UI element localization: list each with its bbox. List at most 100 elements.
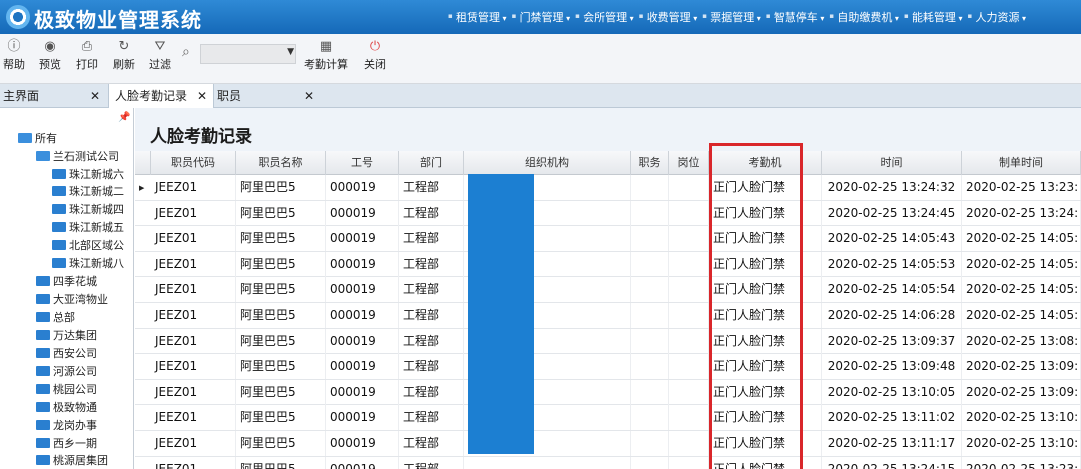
table-row[interactable]: JEEZ01 阿里巴巴5 000019 工程部 正门人脸门禁 2020-02-25 13:… bbox=[135, 431, 1081, 457]
tree-node[interactable]: 兰石测试公司 bbox=[36, 148, 119, 165]
table-row[interactable]: JEEZ01 阿里巴巴5 000019 工程部 正门人脸门禁 2020-02-25 14:… bbox=[135, 226, 1081, 252]
table-cell: 2020-02-25 13:24:32 bbox=[822, 175, 962, 200]
table-cell: 阿里巴巴5 bbox=[236, 405, 326, 431]
col-header[interactable]: 时间 bbox=[822, 151, 962, 175]
tab-staff[interactable]: 职员 ✕ bbox=[214, 84, 320, 108]
tree-node[interactable]: 总部 bbox=[36, 309, 75, 326]
close-button[interactable]: ⏻ 关闭 bbox=[364, 38, 386, 72]
col-header[interactable]: 制单时间 bbox=[962, 151, 1081, 175]
table-cell: 000019 bbox=[326, 379, 399, 405]
close-icon[interactable]: ✕ bbox=[90, 84, 100, 108]
tree-node[interactable]: 北部区域公 bbox=[52, 237, 124, 254]
col-header[interactable]: 组织机构 bbox=[464, 151, 631, 175]
table-cell: 工程部 bbox=[399, 379, 464, 405]
table-cell: 2020-02-25 13:24:45 bbox=[822, 200, 962, 226]
help-button[interactable]: ⓘ 帮助 bbox=[3, 38, 25, 72]
current-row-icon: ▶ bbox=[139, 184, 145, 192]
menu-receipts[interactable]: 票据管理 bbox=[702, 9, 766, 25]
filter-button[interactable]: ⛛ 过滤 bbox=[149, 38, 171, 72]
table-row[interactable]: JEEZ01 阿里巴巴5 000019 工程部 正门人脸门禁 2020-02-25 13:… bbox=[135, 379, 1081, 406]
tree-node[interactable]: 桃园公司 bbox=[36, 381, 97, 398]
folder-icon bbox=[36, 276, 50, 286]
table-row[interactable]: JEEZ01 阿里巴巴5 000019 工程部 正门人脸门禁 2020-02-25 14:… bbox=[135, 277, 1081, 303]
menu-clubhouse[interactable]: 会所管理 bbox=[575, 9, 639, 25]
table-cell: 工程部 bbox=[399, 328, 464, 354]
tab-home[interactable]: 主界面 ✕ bbox=[0, 84, 106, 108]
col-header[interactable]: 考勤机 bbox=[709, 151, 822, 175]
table-cell: 000019 bbox=[326, 405, 399, 431]
print-button[interactable]: ⎙ 打印 bbox=[76, 38, 98, 72]
table-row[interactable]: JEEZ01 阿里巴巴5 000019 工程部 正门人脸门禁 2020-02-25 13:… bbox=[135, 354, 1081, 380]
table-cell: 阿里巴巴5 bbox=[236, 277, 326, 303]
tree-node[interactable]: 万达集团 bbox=[36, 327, 97, 344]
table-row[interactable]: JEEZ01 阿里巴巴5 000019 工程部 正门人脸门禁 2020-02-25 13:… bbox=[135, 200, 1081, 227]
pin-icon[interactable]: 📌 bbox=[118, 112, 130, 123]
menu-energy[interactable]: 能耗管理 bbox=[904, 9, 968, 25]
folder-icon bbox=[52, 186, 66, 196]
tree-node[interactable]: 西安公司 bbox=[36, 345, 97, 362]
table-cell: JEEZ01 bbox=[151, 175, 236, 200]
close-icon[interactable]: ✕ bbox=[197, 84, 207, 108]
tree-node[interactable]: 珠江新城八 bbox=[52, 255, 124, 272]
col-header[interactable]: 工号 bbox=[326, 151, 399, 175]
tree-node[interactable]: 龙岗办事 bbox=[36, 417, 97, 434]
tree-node[interactable]: 所有 bbox=[18, 130, 57, 147]
col-header[interactable]: 职员代码 bbox=[151, 151, 236, 175]
tree-node[interactable]: 珠江新城二 bbox=[52, 183, 124, 200]
menu-hr[interactable]: 人力资源 bbox=[968, 9, 1032, 25]
table-cell: 正门人脸门禁 bbox=[709, 354, 822, 380]
tree-node[interactable]: 极致物通 bbox=[36, 399, 97, 416]
table-cell: 2020-02-25 13:09:37 bbox=[822, 328, 962, 354]
tree-node[interactable]: 大亚湾物业 bbox=[36, 291, 108, 308]
table-cell bbox=[669, 431, 709, 456]
menu-charges[interactable]: 收费管理 bbox=[639, 9, 703, 25]
col-header[interactable]: 职务 bbox=[631, 151, 669, 175]
table-cell: 2020-02-25 14:05:53 bbox=[822, 251, 962, 277]
close-icon[interactable]: ✕ bbox=[304, 84, 314, 108]
menu-access-control[interactable]: 门禁管理 bbox=[512, 9, 576, 25]
table-row[interactable]: ▶ JEEZ01 阿里巴巴5 000019 工程部 正门人脸门禁 2020-02-25 13… bbox=[135, 175, 1081, 201]
chevron-down-icon[interactable]: ▼ bbox=[287, 47, 294, 57]
menu-lease[interactable]: 租赁管理 bbox=[448, 9, 512, 25]
table-row[interactable]: JEEZ01 阿里巴巴5 000019 工程部 正门人脸门禁 2020-02-25 14:… bbox=[135, 251, 1081, 278]
table-cell: JEEZ01 bbox=[151, 354, 236, 380]
table-cell: 2020-02-25 14:05:54 bbox=[822, 277, 962, 303]
menu-self-pay[interactable]: 自助缴费机 bbox=[829, 9, 904, 25]
attendance-calc-button[interactable]: ▦ 考勤计算 bbox=[304, 38, 348, 72]
table-cell bbox=[669, 303, 709, 328]
search-combo[interactable]: ⌕ ▼ bbox=[182, 44, 298, 64]
tree-node[interactable]: 珠江新城四 bbox=[52, 201, 124, 218]
tree-node[interactable]: 河源公司 bbox=[36, 363, 97, 380]
table-cell bbox=[669, 328, 709, 354]
table-cell: 阿里巴巴5 bbox=[236, 354, 326, 380]
col-header[interactable]: 部门 bbox=[399, 151, 464, 175]
preview-button[interactable]: ◉ 预览 bbox=[39, 38, 61, 72]
table-row[interactable]: JEEZ01 阿里巴巴5 000019 工程部 正门人脸门禁 2020-02-25 14:… bbox=[135, 303, 1081, 329]
table-cell: 工程部 bbox=[399, 200, 464, 226]
folder-icon bbox=[36, 420, 50, 430]
page-title: 人脸考勤记录 bbox=[150, 127, 252, 147]
menu-parking[interactable]: 智慧停车 bbox=[766, 9, 830, 25]
table-row[interactable]: JEEZ01 阿里巴巴5 000019 工程部 正门人脸门禁 2020-02-25 13:… bbox=[135, 456, 1081, 469]
table-cell: 000019 bbox=[326, 251, 399, 277]
tree-node[interactable]: 西乡一期 bbox=[36, 435, 97, 452]
attendance-grid: 职员代码 职员名称 工号 部门 组织机构 职务 岗位 考勤机 时间 制单时间 ▶… bbox=[135, 151, 1081, 469]
refresh-icon: ↻ bbox=[118, 39, 130, 54]
search-input[interactable] bbox=[200, 44, 296, 64]
table-cell bbox=[669, 175, 709, 200]
tree-node[interactable]: 四季花城 bbox=[36, 273, 97, 290]
table-row[interactable]: JEEZ01 阿里巴巴5 000019 工程部 正门人脸门禁 2020-02-25 13:… bbox=[135, 405, 1081, 431]
table-row[interactable]: JEEZ01 阿里巴巴5 000019 工程部 正门人脸门禁 2020-02-25 13:… bbox=[135, 328, 1081, 355]
col-header[interactable]: 岗位 bbox=[669, 151, 709, 175]
col-header[interactable]: 职员名称 bbox=[236, 151, 326, 175]
folder-icon bbox=[52, 240, 66, 250]
folder-icon bbox=[36, 151, 50, 161]
org-tree: 📌 所有 兰石测试公司 珠江新城六 珠江新城二 珠江新城四 珠江新城五 北部区域… bbox=[0, 108, 134, 469]
table-cell: JEEZ01 bbox=[151, 456, 236, 469]
tree-node[interactable]: 珠江新城五 bbox=[52, 219, 124, 236]
tab-face-attendance[interactable]: 人脸考勤记录 ✕ bbox=[108, 84, 214, 108]
tree-node[interactable]: 珠江新城六 bbox=[52, 166, 124, 183]
folder-icon bbox=[36, 312, 50, 322]
tree-node[interactable]: 桃源居集团 bbox=[36, 452, 108, 469]
refresh-button[interactable]: ↻ 刷新 bbox=[113, 38, 135, 72]
